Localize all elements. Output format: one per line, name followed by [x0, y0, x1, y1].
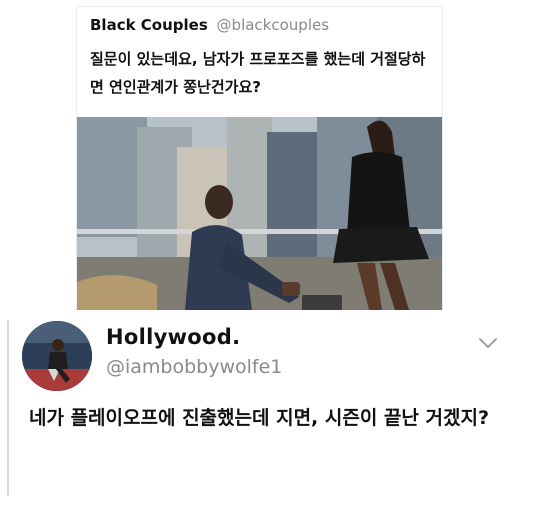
avatar-image [22, 321, 92, 391]
quoted-author-name: Black Couples [90, 16, 208, 34]
thread-connector [7, 320, 9, 496]
quoted-tweet-card[interactable]: Black Couples @blackcouples 질문이 있는데요, 남자… [76, 6, 443, 310]
quoted-tweet-header: Black Couples @blackcouples [90, 16, 329, 34]
quoted-tweet-photo[interactable] [77, 117, 442, 310]
quoted-tweet-text: 질문이 있는데요, 남자가 프로포즈를 했는데 거절당하면 연인관계가 쫑난건가… [90, 50, 426, 96]
chevron-down-icon[interactable] [478, 336, 498, 350]
reply-display-name[interactable]: Hollywood. [106, 325, 240, 349]
avatar[interactable] [22, 321, 92, 391]
reply-handle[interactable]: @iambobbywolfe1 [106, 356, 282, 378]
quoted-author-handle: @blackcouples [216, 16, 330, 34]
reply-tweet-text: 네가 플레이오프에 진출했는데 지면, 시즌이 끝난 거겠지? [29, 407, 489, 429]
